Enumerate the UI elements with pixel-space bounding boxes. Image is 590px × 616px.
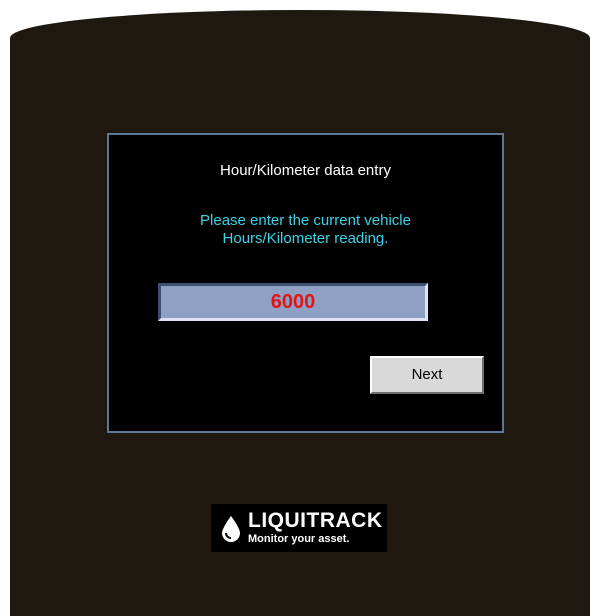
droplet-icon: [222, 516, 240, 542]
logo-tagline: Monitor your asset.: [248, 533, 350, 545]
reading-input[interactable]: 6000: [158, 283, 428, 321]
dialog-prompt-line-1: Please enter the current vehicle: [200, 212, 411, 229]
liquitrack-logo: LIQUITRACK Monitor your asset.: [211, 504, 387, 552]
logo-name: LIQUITRACK: [248, 509, 383, 532]
next-button[interactable]: Next: [370, 356, 484, 394]
dialog-prompt: Please enter the current vehicle Hours/K…: [109, 212, 502, 248]
dialog-prompt-line-2: Hours/Kilometer reading.: [222, 230, 389, 247]
device-screen: Hour/Kilometer data entry Please enter t…: [10, 10, 590, 616]
dialog-title: Hour/Kilometer data entry: [220, 162, 391, 179]
hour-kilometer-dialog: Hour/Kilometer data entry Please enter t…: [107, 133, 504, 433]
